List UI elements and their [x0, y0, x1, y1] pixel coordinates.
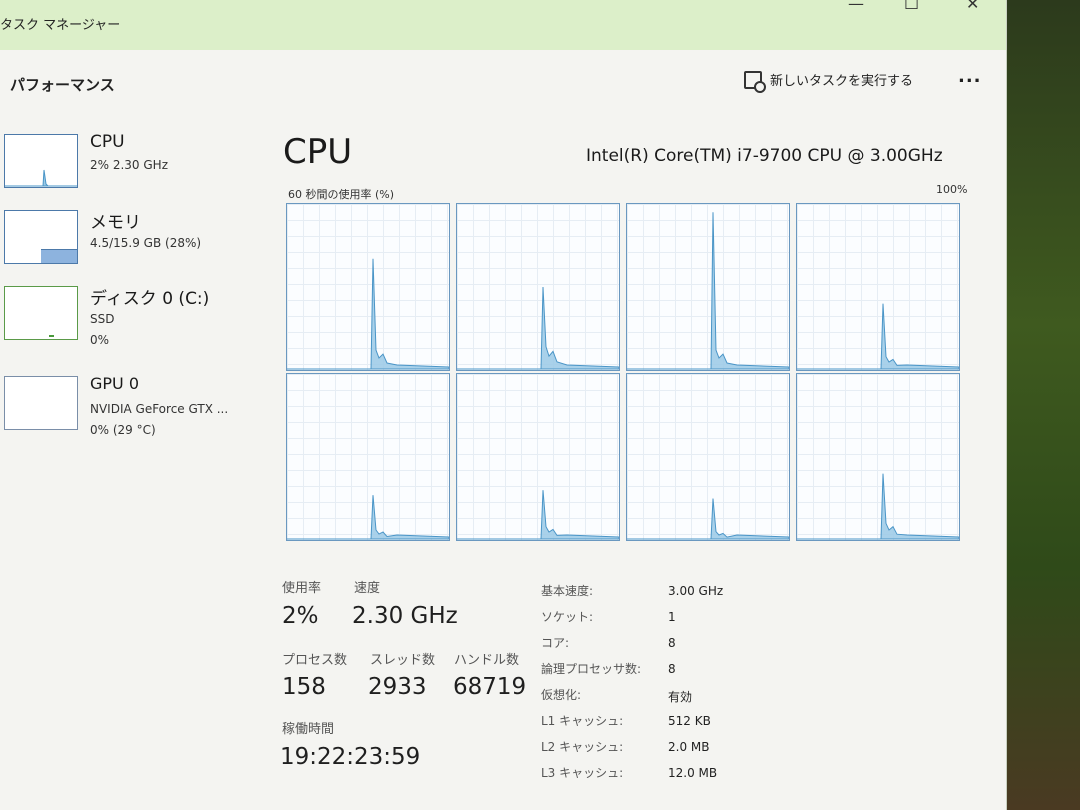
cpu-model-name: Intel(R) Core(TM) i7-9700 CPU @ 3.00GHz	[586, 146, 943, 166]
core-usage-graph	[286, 373, 450, 541]
core-usage-graph	[626, 203, 790, 371]
spec-label: L1 キャッシュ:	[541, 714, 624, 728]
minimize-button[interactable]: —	[848, 0, 864, 13]
toolbar: パフォーマンス 新しいタスクを実行する ...	[0, 54, 1006, 110]
spec-label: 仮想化:	[541, 688, 582, 702]
sidebar-item-detail: 2% 2.30 GHz	[90, 158, 169, 172]
core-usage-area	[797, 303, 959, 370]
speed-label: 速度	[354, 581, 381, 596]
spec-value: 3.00 GHz	[668, 584, 724, 598]
cpu-thumbnail-graph	[4, 134, 78, 188]
spec-label: L2 キャッシュ:	[541, 740, 624, 754]
core-usage-area	[287, 258, 449, 370]
core-usage-graph	[796, 203, 960, 371]
sidebar-item-usage: 0%	[90, 333, 110, 347]
task-manager-window: タスク マネージャー — □ ✕ パフォーマンス 新しいタスクを実行する ...…	[0, 0, 1007, 810]
graph-max-label: 100%	[936, 183, 968, 196]
spec-value: 8	[668, 636, 676, 650]
sidebar-item-detail: NVIDIA GeForce GTX ...	[90, 402, 229, 416]
core-usage-area	[627, 498, 789, 540]
run-new-task-label: 新しいタスクを実行する	[770, 74, 914, 89]
core-usage-graph	[456, 203, 620, 371]
spec-value: 2.0 MB	[668, 740, 710, 754]
sidebar-item-detail: 4.5/15.9 GB (28%)	[90, 236, 202, 250]
sidebar-item-memory[interactable]: メモリ 4.5/15.9 GB (28%)	[0, 204, 265, 274]
graph-caption: 60 秒間の使用率 (%)	[288, 188, 395, 201]
core-usage-area	[627, 212, 789, 370]
uptime-value: 19:22:23:59	[280, 744, 421, 770]
page-title: パフォーマンス	[10, 76, 115, 94]
window-title: タスク マネージャー	[0, 18, 121, 33]
core-usage-area	[287, 495, 449, 540]
sidebar-item-detail: SSD	[90, 312, 115, 326]
run-task-icon	[744, 70, 766, 93]
spec-label: 基本速度:	[541, 584, 594, 598]
page-heading-cpu: CPU	[283, 132, 353, 172]
spec-label: 論理プロセッサ数:	[541, 662, 642, 676]
spec-value: 12.0 MB	[668, 766, 718, 780]
sidebar-item-label: GPU 0	[90, 374, 140, 393]
handles-label: ハンドル数	[454, 653, 520, 668]
spec-label: L3 キャッシュ:	[541, 766, 624, 780]
more-options-button[interactable]: ...	[958, 66, 982, 87]
title-bar: タスク マネージャー — □ ✕	[0, 0, 1006, 50]
core-usage-area	[457, 490, 619, 540]
memory-thumbnail-graph	[4, 210, 78, 264]
maximize-button[interactable]: □	[904, 0, 919, 11]
speed-value: 2.30 GHz	[352, 603, 458, 629]
gpu-thumbnail-graph	[4, 376, 78, 430]
spec-value: 有効	[668, 690, 693, 704]
spec-value: 8	[668, 662, 676, 676]
threads-label: スレッド数	[370, 653, 436, 668]
sidebar-item-label: ディスク 0 (C:)	[90, 289, 210, 309]
disk-thumbnail-graph	[4, 286, 78, 340]
sidebar-item-usage: 0% (29 °C)	[90, 423, 156, 437]
threads-value: 2933	[368, 674, 427, 700]
core-usage-graph	[626, 373, 790, 541]
core-usage-area	[797, 473, 959, 540]
sidebar-item-gpu[interactable]: GPU 0 NVIDIA GeForce GTX ... 0% (29 °C)	[0, 370, 265, 440]
core-usage-graph	[796, 373, 960, 541]
uptime-label: 稼働時間	[282, 722, 335, 737]
core-usage-graph	[286, 203, 450, 371]
spec-value: 512 KB	[668, 714, 711, 728]
desktop-wallpaper	[1000, 0, 1080, 810]
spec-label: コア:	[541, 636, 570, 650]
close-button[interactable]: ✕	[966, 0, 979, 13]
core-usage-graph	[456, 373, 620, 541]
usage-value: 2%	[282, 603, 319, 629]
cpu-core-graphs	[286, 203, 972, 548]
usage-label: 使用率	[282, 581, 322, 596]
sidebar-item-label: CPU	[90, 132, 125, 152]
processes-label: プロセス数	[282, 653, 348, 668]
handles-value: 68719	[453, 674, 527, 700]
sidebar-item-disk[interactable]: ディスク 0 (C:) SSD 0%	[0, 280, 265, 350]
spec-value: 1	[668, 610, 676, 624]
run-new-task-button[interactable]: 新しいタスクを実行する	[744, 70, 914, 93]
core-usage-area	[457, 286, 619, 370]
sidebar-item-cpu[interactable]: CPU 2% 2.30 GHz	[0, 128, 265, 198]
sidebar-item-label: メモリ	[90, 213, 141, 233]
processes-value: 158	[282, 674, 326, 700]
spec-label: ソケット:	[541, 610, 594, 624]
